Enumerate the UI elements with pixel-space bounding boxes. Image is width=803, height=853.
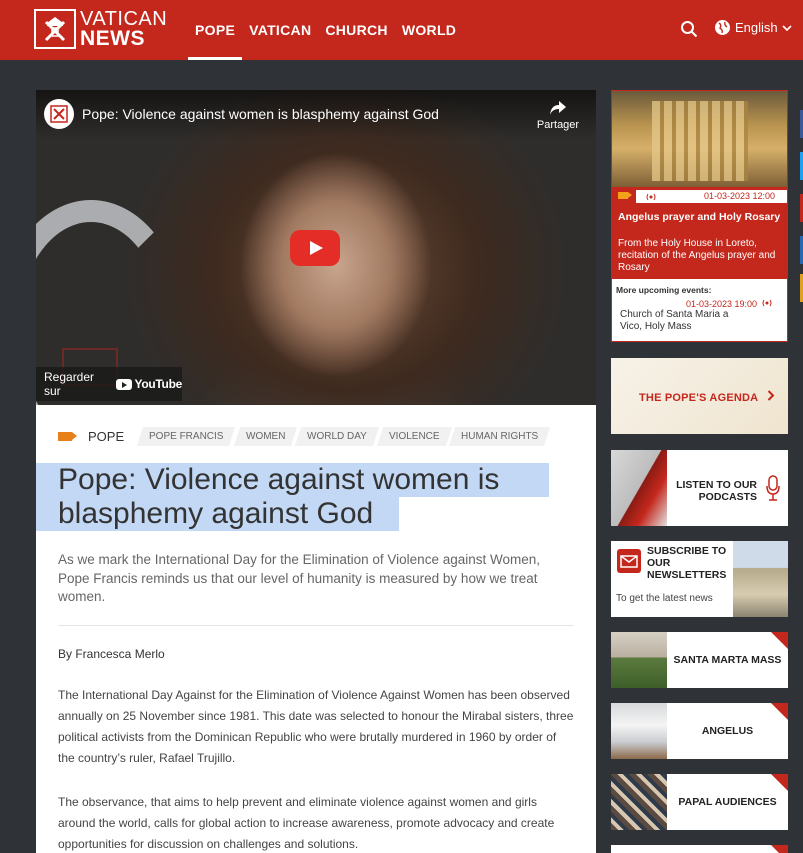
language-label: English [735, 20, 778, 35]
podcasts-image [611, 450, 667, 526]
live-event-description: From the Holy House in Loreto, recitatio… [618, 238, 776, 273]
share-button[interactable]: Partager [536, 100, 580, 131]
angelus-image [611, 703, 667, 759]
nav-item-pope[interactable]: POPE [188, 0, 243, 60]
logo-text-news: NEWS [80, 27, 145, 50]
divider [58, 625, 574, 626]
youtube-label: YouTube [134, 377, 183, 391]
chevron-right-icon [767, 390, 775, 401]
share-label: Partager [536, 119, 580, 131]
article-headline: Pope: Violence against women is blasphem… [36, 463, 596, 531]
globe-icon [715, 20, 730, 35]
nav-item-vatican[interactable]: VATICAN [242, 0, 318, 60]
video-player[interactable]: Pope: Violence against women is blasphem… [36, 90, 596, 405]
live-datetime: 01-03-2023 12:00 [703, 191, 775, 201]
tag-list: POPE POPE FRANCIS WOMEN WORLD DAY VIOLEN… [58, 427, 552, 446]
live-event-image [612, 91, 787, 187]
podcasts-card[interactable]: LISTEN TO OUR PODCASTS [611, 450, 788, 526]
main-nav: POPE VATICAN CHURCH WORLD [188, 0, 463, 60]
popes-agenda-card[interactable]: THE POPE'S AGENDA [611, 358, 788, 434]
papal-audiences-label: PAPAL AUDIENCES [678, 795, 777, 808]
nav-item-church[interactable]: CHURCH [318, 0, 394, 60]
youtube-icon [116, 378, 132, 390]
live-broadcast-icon [762, 299, 772, 307]
tag-women[interactable]: WOMEN [233, 427, 298, 446]
next-event-datetime: 01-03-2023 19:00 [686, 299, 774, 309]
live-event-card[interactable]: 01-03-2023 12:00 Angelus prayer and Holy… [611, 90, 788, 342]
live-broadcast-icon [646, 193, 656, 201]
santa-marta-mass-label: SANTA MARTA MASS [673, 653, 782, 666]
podcasts-label: LISTEN TO OUR PODCASTS [676, 479, 757, 503]
article-paragraph: The International Day Against for the El… [58, 688, 574, 765]
st-peters-image [733, 541, 788, 617]
top-navigation-bar: VATICAN NEWS POPE VATICAN CHURCH WORLD E… [0, 0, 803, 60]
santa-marta-image [611, 632, 667, 688]
headline-line-1: Pope: Violence against women is [36, 463, 550, 497]
papal-audiences-image [611, 774, 667, 830]
headline-line-2: blasphemy against God [36, 497, 399, 531]
angelus-card[interactable]: ANGELUS [611, 703, 788, 759]
live-event-title[interactable]: Angelus prayer and Holy Rosary [618, 211, 783, 224]
tag-human-rights[interactable]: HUMAN RIGHTS [449, 427, 551, 446]
play-button[interactable] [290, 230, 340, 266]
article-lede: As we mark the International Day for the… [58, 552, 540, 604]
chevron-down-icon [782, 24, 792, 31]
next-sidebar-card[interactable] [611, 845, 788, 853]
corner-ribbon [771, 774, 788, 791]
section-tag-pope[interactable]: POPE [88, 429, 124, 444]
tag-violence[interactable]: VIOLENCE [376, 427, 452, 446]
tag-world-day[interactable]: WORLD DAY [294, 427, 379, 446]
nav-item-world[interactable]: WORLD [395, 0, 463, 60]
live-event-info: 01-03-2023 12:00 Angelus prayer and Holy… [612, 187, 787, 279]
corner-ribbon [771, 703, 788, 720]
watch-on-label: Regarder sur [44, 370, 95, 398]
logo-emblem-icon [34, 9, 76, 49]
corner-ribbon [771, 632, 788, 649]
envelope-icon [617, 549, 641, 573]
newsletter-subtitle: To get the latest news [616, 593, 713, 604]
papal-audiences-card[interactable]: PAPAL AUDIENCES [611, 774, 788, 830]
language-selector[interactable]: English [714, 19, 792, 36]
watch-on-youtube-button[interactable]: Regarder sur YouTube [36, 367, 182, 401]
tag-pope-francis[interactable]: POPE FRANCIS [137, 427, 236, 446]
microphone-icon [766, 475, 780, 501]
video-camera-icon [618, 192, 632, 199]
video-camera-icon [58, 432, 77, 441]
article-byline: By Francesca Merlo [58, 647, 165, 661]
channel-logo-icon[interactable] [44, 99, 74, 129]
share-icon [550, 101, 566, 115]
video-title[interactable]: Pope: Violence against women is blasphem… [82, 106, 439, 122]
article-body: POPE POPE FRANCIS WOMEN WORLD DAY VIOLEN… [36, 405, 596, 853]
search-icon[interactable] [680, 20, 700, 40]
popes-agenda-label: THE POPE'S AGENDA [639, 390, 775, 404]
angelus-label: ANGELUS [701, 724, 754, 737]
santa-marta-mass-card[interactable]: SANTA MARTA MASS [611, 632, 788, 688]
vatican-news-logo[interactable]: VATICAN NEWS [34, 9, 167, 49]
next-event-description[interactable]: Church of Santa Maria a Vico, Holy Mass [620, 309, 750, 333]
corner-ribbon [771, 845, 788, 853]
more-events-label: More upcoming events: [616, 285, 712, 295]
newsletter-card[interactable]: SUBSCRIBE TO OUR NEWSLETTERS To get the … [611, 541, 788, 617]
article-paragraph: The observance, that aims to help preven… [58, 795, 555, 851]
newsletter-label: SUBSCRIBE TO OUR NEWSLETTERS [647, 545, 727, 581]
